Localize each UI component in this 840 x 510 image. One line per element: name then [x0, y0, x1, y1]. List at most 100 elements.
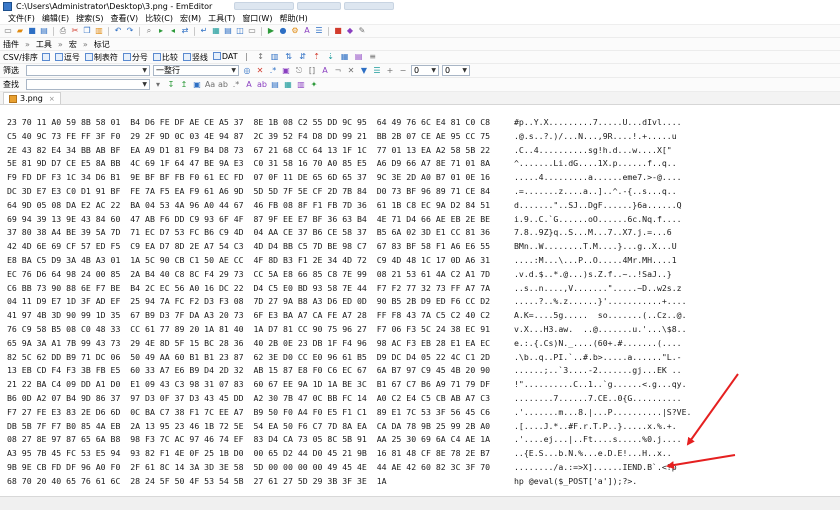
find-extra-icon[interactable]: ✦: [309, 80, 319, 90]
chevron-down-icon[interactable]: ▼: [462, 67, 467, 74]
chevron-right-icon[interactable]: »: [83, 40, 88, 49]
find-next-icon[interactable]: ▸: [156, 26, 166, 36]
case-icon[interactable]: ◎: [242, 66, 252, 76]
filter-list-icon[interactable]: ☰: [372, 66, 382, 76]
outline-icon[interactable]: ☰: [314, 26, 324, 36]
highlight-icon[interactable]: A: [320, 66, 330, 76]
menu-item[interactable]: 帮助(H): [279, 13, 307, 24]
plugin-icon[interactable]: ◆: [345, 26, 355, 36]
menu-item[interactable]: 宏(M): [180, 13, 201, 24]
sort-len-icon[interactable]: ⇣: [326, 52, 336, 62]
column-icon[interactable]: ▥: [270, 52, 280, 62]
csv-option[interactable]: 竖线: [182, 52, 208, 63]
csv-option[interactable]: 分号: [122, 52, 148, 63]
chevron-down-icon[interactable]: ▼: [231, 67, 236, 74]
csv-option[interactable]: DAT: [212, 51, 238, 63]
filter-number-1[interactable]: 0 ▼: [411, 65, 439, 76]
find-prev-icon[interactable]: ↥: [179, 80, 189, 90]
find-icon[interactable]: ⌕: [144, 26, 154, 36]
csv-option[interactable]: 制表符: [84, 52, 118, 63]
find-word-icon[interactable]: ab: [218, 80, 228, 90]
open-folder-icon[interactable]: ▰: [15, 26, 25, 36]
chevron-right-icon[interactable]: »: [25, 40, 30, 49]
filter-input[interactable]: ▼: [26, 65, 150, 76]
find-highlight-icon[interactable]: ▣: [192, 80, 202, 90]
filter-mode-select[interactable]: 一整行 ▼: [153, 65, 239, 76]
menu-item[interactable]: 文件(F): [8, 13, 35, 24]
menu-item[interactable]: 比较(C): [145, 13, 173, 24]
menu-item[interactable]: 搜索(S): [76, 13, 103, 24]
escape-icon[interactable]: ⎋: [294, 66, 304, 76]
sort-icon[interactable]: ↕: [256, 52, 266, 62]
select-column-icon[interactable]: ▤: [354, 52, 364, 62]
document-tab[interactable]: 3.png ×: [3, 92, 61, 104]
whole-word-icon[interactable]: ▣: [281, 66, 291, 76]
undo-icon[interactable]: ↶: [113, 26, 123, 36]
bracket-icon[interactable]: []: [307, 66, 317, 76]
csv-toggle-icon[interactable]: [41, 53, 50, 61]
filter-number-2[interactable]: 0 ▼: [442, 65, 470, 76]
stop-icon[interactable]: ■: [333, 26, 343, 36]
regex-icon[interactable]: .*: [268, 66, 278, 76]
bookmarks-toolbar-label[interactable]: 标记: [94, 39, 110, 50]
macro-record-icon[interactable]: ●: [278, 26, 288, 36]
pipe-icon[interactable]: |: [242, 52, 252, 62]
chevron-down-icon[interactable]: ▼: [142, 67, 147, 74]
chevron-right-icon[interactable]: »: [58, 40, 63, 49]
macro-run-icon[interactable]: ▶: [266, 26, 276, 36]
find-down-icon[interactable]: ▾: [153, 80, 163, 90]
font-icon[interactable]: A: [302, 26, 312, 36]
macros-toolbar-label[interactable]: 宏: [69, 39, 77, 50]
csv-option[interactable]: 比较: [152, 52, 178, 63]
tab-view-icon[interactable]: ▤: [223, 26, 233, 36]
ascii-line: .....4.........a......eme7.>-@....: [514, 172, 682, 183]
find-bookmark-icon[interactable]: ▥: [296, 80, 306, 90]
new-file-icon[interactable]: ▭: [3, 26, 13, 36]
chevron-down-icon[interactable]: ▼: [431, 67, 436, 74]
menu-item[interactable]: 编辑(E): [42, 13, 69, 24]
find-incremental-icon[interactable]: ▤: [270, 80, 280, 90]
close-icon[interactable]: ✕: [346, 66, 356, 76]
negative-icon[interactable]: ¬: [333, 66, 343, 76]
wrap-icon[interactable]: ↵: [199, 26, 209, 36]
sort-desc-icon[interactable]: ⇵: [298, 52, 308, 62]
menu-item[interactable]: 窗口(W): [242, 13, 272, 24]
menu-item[interactable]: 工具(T): [208, 13, 235, 24]
cut-icon[interactable]: ✂: [70, 26, 80, 36]
find-case-icon[interactable]: Aa: [205, 80, 215, 90]
pen-icon[interactable]: ✎: [357, 26, 367, 36]
sort-num-icon[interactable]: ⇡: [312, 52, 322, 62]
split-icon[interactable]: ◫: [235, 26, 245, 36]
window-list-icon[interactable]: ▭: [247, 26, 257, 36]
tools-toolbar-label[interactable]: 工具: [36, 39, 52, 50]
close-tab-icon[interactable]: ×: [49, 95, 55, 103]
more-icon[interactable]: ≡: [368, 52, 378, 62]
menu-item[interactable]: 查看(V): [110, 13, 138, 24]
replace-icon[interactable]: ⇄: [180, 26, 190, 36]
print-icon[interactable]: ⎙: [58, 26, 68, 36]
redo-icon[interactable]: ↷: [125, 26, 135, 36]
paste-icon[interactable]: ▥: [94, 26, 104, 36]
sort-asc-icon[interactable]: ⇅: [284, 52, 294, 62]
hex-view-icon[interactable]: ▦: [211, 26, 221, 36]
find-marker-icon[interactable]: ab: [257, 80, 267, 90]
csv-option[interactable]: 逗号: [54, 52, 80, 63]
hex-editor-area[interactable]: 23 70 11 A0 59 8B 58 01 B4 D6 FE DF AE C…: [0, 114, 840, 494]
find-input[interactable]: ▼: [26, 79, 150, 90]
config-icon[interactable]: ⚙: [290, 26, 300, 36]
save-all-icon[interactable]: ▤: [39, 26, 49, 36]
find-all-icon[interactable]: ▦: [283, 80, 293, 90]
chevron-down-icon[interactable]: ▼: [142, 81, 147, 88]
copy-icon[interactable]: ❐: [82, 26, 92, 36]
find-prev-icon[interactable]: ◂: [168, 26, 178, 36]
find-next-icon[interactable]: ↧: [166, 80, 176, 90]
filter-apply-icon[interactable]: ▼: [359, 66, 369, 76]
clear-filter-icon[interactable]: ✕: [255, 66, 265, 76]
plugins-toolbar-label[interactable]: 插件: [3, 39, 19, 50]
find-regex-icon[interactable]: .*: [231, 80, 241, 90]
freeze-icon[interactable]: ▦: [340, 52, 350, 62]
save-icon[interactable]: ■: [27, 26, 37, 36]
filter-add-icon[interactable]: +: [385, 66, 395, 76]
filter-remove-icon[interactable]: −: [398, 66, 408, 76]
find-escape-icon[interactable]: A: [244, 80, 254, 90]
